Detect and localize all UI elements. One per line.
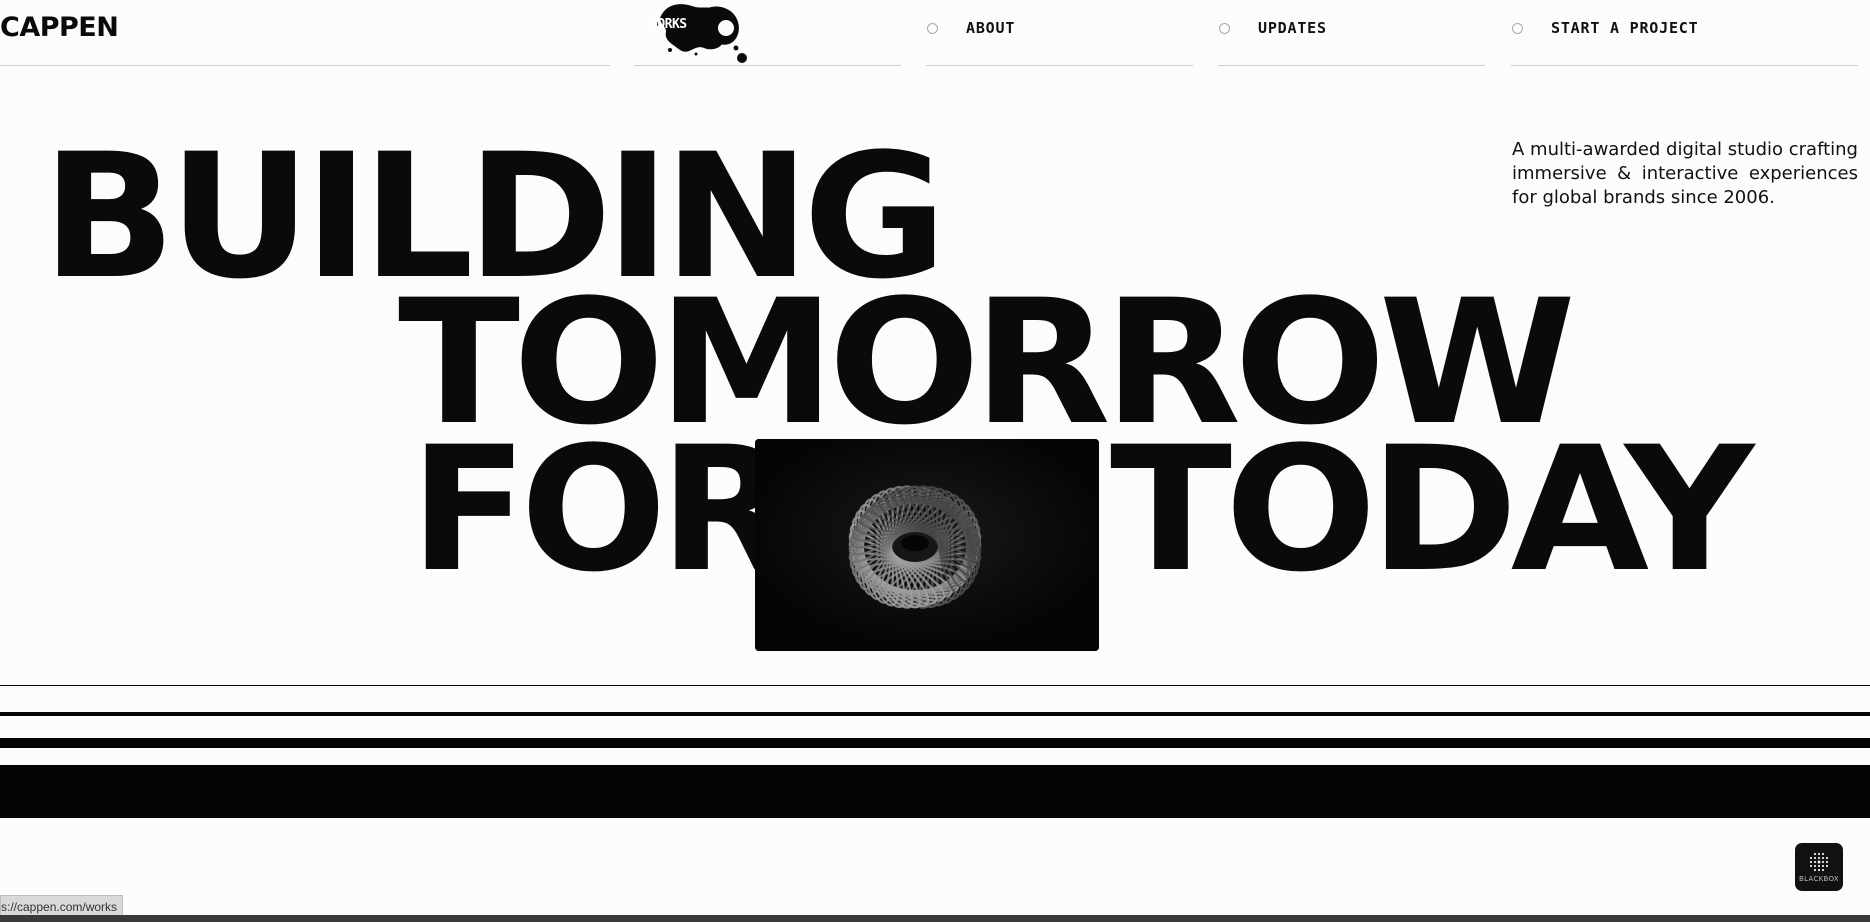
nav-rule-updates [1218,65,1485,66]
nav-start-project[interactable]: START A PROJECT [1512,17,1698,39]
nav-rule-logo [0,65,610,66]
ink-splat-icon [656,4,747,63]
nav-rule-project [1511,65,1858,66]
blackbox-label: BLACKBOX [1799,875,1839,883]
blackbox-grid-icon [1809,852,1829,872]
nav-updates-label: UPDATES [1258,19,1327,37]
nav-rule-about [926,65,1193,66]
spiral-sculpture-image [755,439,1099,651]
hero-media [755,439,1099,651]
bottom-edge-bar [0,915,1870,922]
nav-start-project-label: START A PROJECT [1551,19,1699,37]
logo[interactable]: CAPPEN [0,12,119,43]
nav-dot-icon [1512,22,1523,34]
nav-about-label: ABOUT [966,19,1016,37]
divider-stripe-2 [0,712,1870,716]
studio-tagline: A multi-awarded digital studio crafting … [1512,139,1858,208]
divider-stripe-4 [0,765,1870,818]
nav-updates[interactable]: UPDATES [1219,17,1327,39]
nav-about[interactable]: ABOUT [927,17,1015,39]
blackbox-widget-button[interactable]: BLACKBOX [1795,843,1843,891]
divider-stripe-1 [0,685,1870,686]
nav-works[interactable]: WORKS [650,17,687,32]
nav-dot-icon [1219,22,1230,34]
headline-line-4: TODAY [1110,409,1754,610]
divider-stripe-3 [0,738,1870,748]
headline-line-3: FOR [410,409,792,610]
nav-dot-icon [927,22,938,34]
